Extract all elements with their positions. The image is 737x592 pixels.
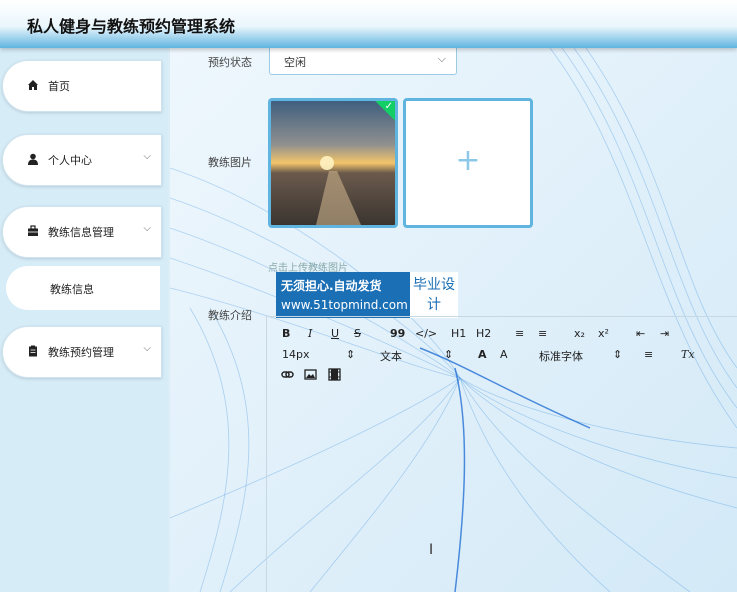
sidebar-item-label: 个人中心	[48, 154, 92, 167]
text-cursor-icon: I	[429, 542, 434, 558]
status-label: 预约状态	[208, 56, 252, 69]
image-upload-button[interactable]: +	[403, 98, 533, 228]
main-content: 预约状态 空闲 ⌵ 教练图片 ✓ + 点击上传教练图片 无须担心.自动发货 ww…	[170, 48, 737, 592]
watermark-line2: www.51topmind.com	[281, 298, 408, 312]
subscript-button[interactable]: x₂	[574, 327, 585, 340]
image-icon[interactable]	[304, 368, 317, 384]
underline-button[interactable]: U	[331, 327, 339, 340]
font-color-button[interactable]: A	[478, 348, 487, 361]
chevron-down-icon: ⌵	[143, 223, 151, 234]
watermark-badge: 毕业设计	[410, 272, 458, 318]
outdent-button[interactable]: ⇤	[636, 327, 645, 340]
text-type-select[interactable]: 文本	[380, 348, 402, 364]
link-icon[interactable]	[281, 368, 294, 384]
top-header: 私人健身与教练预约管理系统	[0, 0, 737, 48]
sunset-photo	[271, 101, 395, 225]
video-icon[interactable]	[328, 368, 341, 384]
sidebar-item-home[interactable]: 首页	[2, 60, 162, 112]
updown-icon: ⇕	[346, 348, 356, 361]
strike-button[interactable]: S	[354, 327, 361, 340]
status-select[interactable]: 空闲 ⌵	[269, 48, 457, 75]
status-select-value: 空闲	[284, 56, 306, 69]
bold-button[interactable]: B	[282, 327, 290, 340]
check-icon: ✓	[384, 101, 393, 112]
font-size-select[interactable]: 14px	[282, 348, 310, 361]
updown-icon: ⇕	[613, 348, 623, 361]
sidebar-item-coach-info-management[interactable]: 教练信息管理 ⌵	[2, 206, 162, 258]
sidebar-item-label: 教练信息管理	[48, 226, 114, 239]
sidebar-item-personal-center[interactable]: 个人中心 ⌵	[2, 134, 162, 186]
indent-button[interactable]: ⇥	[660, 327, 669, 340]
font-family-select[interactable]: 标准字体	[539, 348, 583, 364]
superscript-button[interactable]: x²	[598, 327, 609, 340]
app-title: 私人健身与教练预约管理系统	[27, 17, 236, 36]
chevron-down-icon: ⌵	[143, 151, 151, 162]
sidebar-item-label: 教练信息	[50, 283, 94, 296]
italic-button[interactable]: I	[308, 327, 312, 340]
image-label: 教练图片	[208, 156, 252, 169]
bullet-list-button[interactable]: ≡	[538, 327, 547, 340]
blockquote-button[interactable]: 99	[390, 327, 405, 340]
background-color-button[interactable]: A	[500, 348, 508, 361]
plus-icon: +	[455, 143, 481, 178]
sidebar-subitem-coach-info[interactable]: 教练信息	[6, 266, 160, 310]
user-icon	[27, 153, 39, 165]
home-icon	[27, 79, 39, 91]
watermark-line1: 无须担心.自动发货	[281, 279, 382, 293]
watermark-banner: 无须担心.自动发货 www.51topmind.com 毕业设计	[276, 272, 458, 318]
clear-format-button[interactable]: Tx	[681, 348, 695, 361]
chevron-down-icon: ⌵	[143, 343, 151, 354]
briefcase-icon	[27, 225, 39, 237]
clipboard-icon	[27, 345, 39, 357]
uploaded-image-thumbnail[interactable]: ✓	[268, 98, 398, 228]
ordered-list-button[interactable]: ≡	[515, 327, 524, 340]
intro-label: 教练介绍	[208, 309, 252, 322]
heading1-button[interactable]: H1	[451, 327, 466, 340]
code-block-button[interactable]: </>	[415, 327, 437, 340]
sidebar-item-label: 首页	[48, 80, 70, 93]
updown-icon: ⇕	[444, 348, 454, 361]
heading2-button[interactable]: H2	[476, 327, 491, 340]
align-button[interactable]: ≡	[644, 348, 653, 361]
sidebar-item-coach-booking-management[interactable]: 教练预约管理 ⌵	[2, 326, 162, 378]
sidebar: 首页 个人中心 ⌵ 教练信息管理 ⌵ 教练信息 教练预约管理 ⌵	[0, 48, 168, 592]
sidebar-item-label: 教练预约管理	[48, 346, 114, 359]
chevron-down-icon: ⌵	[437, 52, 446, 65]
